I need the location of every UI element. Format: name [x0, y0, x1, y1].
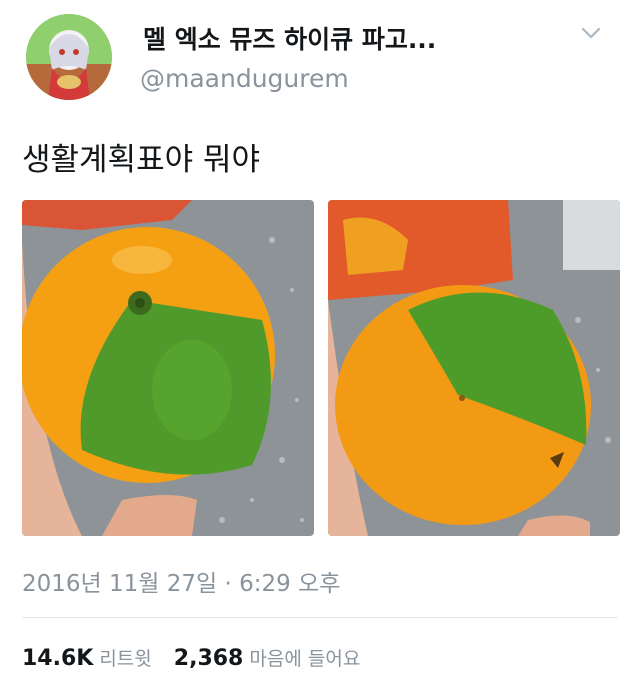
like-count[interactable]: 2,368 [174, 646, 244, 671]
avatar[interactable] [26, 14, 112, 100]
tweet-timestamp[interactable]: 2016년 11월 27일 · 6:29 오후 [22, 564, 340, 598]
divider [22, 617, 618, 618]
tweet-stats: 14.6K 리트윗 2,368 마음에 들어요 [22, 644, 382, 671]
tweet-photo-1[interactable] [22, 200, 314, 536]
tweet-text: 생활계획표야 뭐야 [22, 142, 261, 178]
retweet-label[interactable]: 리트윗 [99, 648, 151, 670]
retweet-count[interactable]: 14.6K [22, 646, 93, 671]
like-label[interactable]: 마음에 들어요 [249, 648, 360, 670]
tweet-photo-2[interactable] [328, 200, 620, 536]
user-handle[interactable]: @maandugurem [140, 64, 349, 93]
display-name[interactable]: 멜 엑소 뮤즈 하이큐 파고... [143, 20, 436, 56]
chevron-down-icon[interactable] [580, 22, 602, 44]
